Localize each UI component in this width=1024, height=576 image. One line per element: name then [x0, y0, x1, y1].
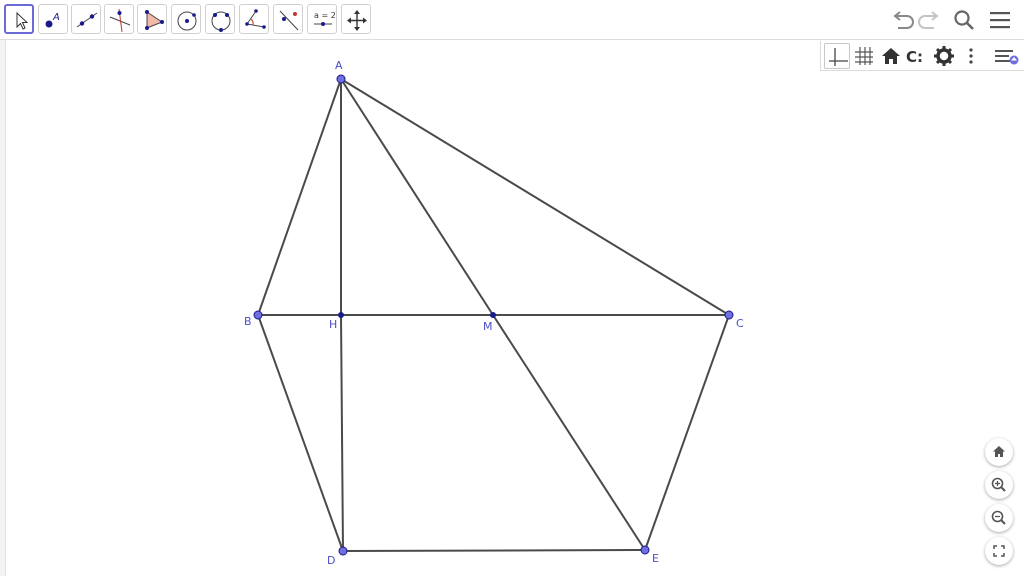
- segment-bd[interactable]: [257, 314, 344, 552]
- style-bar: C:: [820, 41, 1024, 71]
- point-capturing-label: C:: [906, 48, 923, 66]
- point-b[interactable]: [253, 310, 263, 320]
- more-options-button[interactable]: [958, 43, 984, 69]
- grid-toggle-button[interactable]: [851, 43, 877, 69]
- point-capturing-button[interactable]: C:: [904, 43, 930, 69]
- graphics-settings-button[interactable]: [931, 43, 957, 69]
- label-m: M: [483, 320, 493, 333]
- axes-toggle-icon: [829, 48, 848, 66]
- search-button[interactable]: [950, 6, 978, 34]
- point-h[interactable]: [338, 312, 344, 318]
- label-b: B: [244, 315, 252, 328]
- home-view-button[interactable]: [985, 438, 1013, 466]
- line-icon: [76, 12, 98, 28]
- arrow-cursor-icon: [16, 11, 29, 30]
- settings-gear-icon: [934, 46, 954, 66]
- more-options-icon: [969, 48, 973, 64]
- perpendicular-line-icon: [109, 8, 131, 33]
- main-menu-button[interactable]: [986, 6, 1014, 34]
- label-a: A: [335, 59, 343, 72]
- segment-de[interactable]: [342, 549, 646, 552]
- svg-text:A: A: [52, 12, 60, 23]
- grid-toggle-icon: [855, 47, 873, 65]
- fullscreen-button[interactable]: [985, 537, 1013, 565]
- perpendicular-line-tool[interactable]: [104, 4, 134, 34]
- search-icon: [954, 10, 974, 30]
- home-icon: [882, 48, 900, 64]
- line-tool[interactable]: [71, 4, 101, 34]
- point-e[interactable]: [640, 545, 650, 555]
- toolbar: A a = 2: [0, 0, 1024, 40]
- undo-button[interactable]: [888, 6, 916, 34]
- style-bar-toggle-button[interactable]: [993, 43, 1019, 69]
- segment-me[interactable]: [492, 314, 646, 551]
- point-tool[interactable]: A: [38, 4, 68, 34]
- point-icon: A: [45, 12, 60, 28]
- label-e: E: [652, 552, 659, 565]
- segment-ce[interactable]: [644, 314, 730, 551]
- zoom-out-button[interactable]: [985, 504, 1013, 532]
- menu-icon: [990, 12, 1010, 29]
- slider-tool[interactable]: a = 2: [307, 4, 337, 34]
- zoom-in-icon: [991, 477, 1006, 492]
- zoom-in-button[interactable]: [985, 471, 1013, 499]
- reflect-tool[interactable]: [273, 4, 303, 34]
- point-capturing-icon: C:: [906, 48, 923, 66]
- segment-ac[interactable]: [340, 78, 730, 316]
- point-m[interactable]: [490, 312, 496, 318]
- angle-icon: [245, 9, 266, 29]
- point-d[interactable]: [338, 546, 348, 556]
- undo-icon: [893, 11, 914, 29]
- triangle-icon: [145, 10, 164, 30]
- circle-center-point-tool[interactable]: [171, 4, 201, 34]
- zoom-out-icon: [991, 510, 1006, 525]
- circle-three-points-icon: [211, 11, 231, 32]
- label-c: C: [736, 317, 744, 330]
- redo-button[interactable]: [916, 6, 944, 34]
- point-a[interactable]: [336, 74, 346, 84]
- graphics-view[interactable]: A B C D E H M: [6, 41, 1024, 576]
- segment-am[interactable]: [340, 78, 494, 316]
- redo-icon: [918, 11, 939, 29]
- move-tool[interactable]: [4, 4, 34, 34]
- point-c[interactable]: [724, 310, 734, 320]
- circle-three-points-tool[interactable]: [205, 4, 235, 34]
- label-h: H: [329, 318, 337, 331]
- segment-ab[interactable]: [257, 78, 342, 316]
- label-d: D: [327, 554, 335, 567]
- fullscreen-icon: [993, 545, 1005, 557]
- slider-icon: a = 2: [314, 11, 336, 26]
- home-view-icon: [993, 446, 1005, 457]
- reflect-about-line-icon: [279, 10, 299, 31]
- polygon-tool[interactable]: [137, 4, 167, 34]
- move-graphics-view-tool[interactable]: [341, 4, 371, 34]
- move-arrows-icon: [347, 10, 367, 31]
- axes-toggle-button[interactable]: [824, 43, 850, 69]
- circle-center-icon: [177, 11, 197, 31]
- style-bar-toggle-icon: [995, 50, 1019, 65]
- slider-icon-label: a = 2: [314, 11, 336, 20]
- segment-hd[interactable]: [340, 314, 344, 552]
- angle-tool[interactable]: [239, 4, 269, 34]
- standard-view-button[interactable]: [878, 43, 904, 69]
